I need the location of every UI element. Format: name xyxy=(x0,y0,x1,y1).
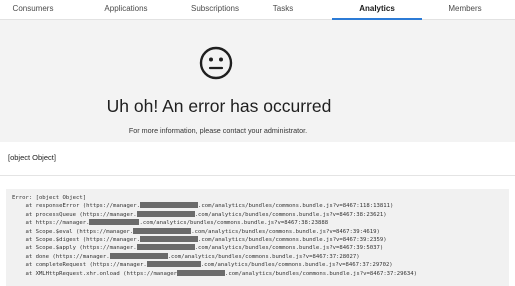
divider xyxy=(0,175,515,176)
stack-trace-line: at Scope.$apply (https://manager. .com/an… xyxy=(12,244,384,252)
redacted-domain xyxy=(139,235,198,242)
stack-trace-line: at https://manager. .com/analytics/bundle… xyxy=(12,219,329,227)
tab-consumers[interactable]: Consumers xyxy=(8,0,58,20)
neutral-face-icon xyxy=(199,46,233,80)
stack-trace-line: Error: [object Object] xyxy=(12,195,87,201)
error-object-text: [object Object] xyxy=(8,153,56,162)
stack-trace-line: at done (https://manager. .com/analytics/… xyxy=(12,252,360,260)
redacted-domain xyxy=(136,244,195,251)
error-panel: Uh oh! An error has occurred For more in… xyxy=(0,20,515,142)
redacted-domain xyxy=(177,269,226,276)
tab-members[interactable]: Members xyxy=(445,0,485,20)
stack-trace-line: at Scope.$eval (https://manager. .com/ana… xyxy=(12,227,380,235)
redacted-domain xyxy=(89,219,140,226)
redacted-domain xyxy=(146,261,201,268)
stack-trace-line: at Scope.$digest (https://manager. .com/a… xyxy=(12,235,387,243)
stack-trace-line: at responseError (https://manager. .com/a… xyxy=(12,202,394,210)
stack-trace-line: at completeRequest (https://manager. .com… xyxy=(12,261,393,269)
tab-tasks[interactable]: Tasks xyxy=(268,0,298,20)
tab-bar: Consumers Applications Subscriptions Tas… xyxy=(0,0,515,20)
error-subtitle: For more information, please contact you… xyxy=(128,126,308,135)
error-title: Uh oh! An error has occurred xyxy=(106,96,332,116)
stack-trace-line: at XMLHttpRequest.xhr.onload (https://ma… xyxy=(12,269,417,277)
redacted-domain xyxy=(136,210,195,217)
tab-applications[interactable]: Applications xyxy=(96,0,156,20)
redacted-domain xyxy=(109,252,168,259)
tab-subscriptions[interactable]: Subscriptions xyxy=(184,0,246,20)
redacted-domain xyxy=(133,227,192,234)
stack-trace-box: Error: [object Object] at responseError … xyxy=(6,189,509,286)
redacted-domain xyxy=(139,202,198,209)
tab-analytics[interactable]: Analytics xyxy=(332,0,422,20)
stack-trace-line: at processQueue (https://manager. .com/an… xyxy=(12,210,387,218)
